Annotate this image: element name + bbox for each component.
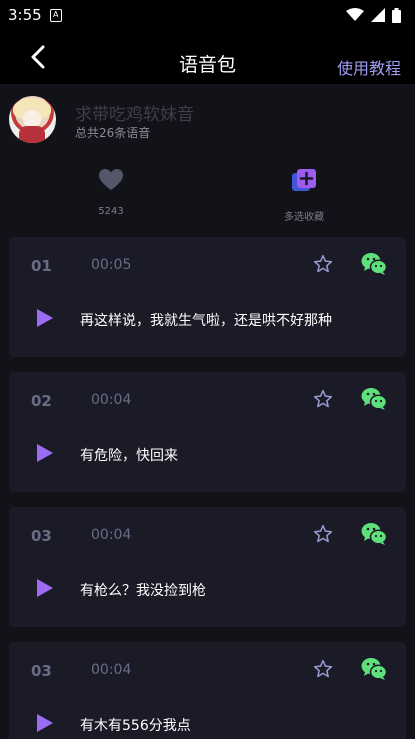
voice-card[interactable]: 03 00:04 有木有556分我点 xyxy=(9,642,406,739)
play-icon[interactable] xyxy=(36,308,54,328)
like-button[interactable]: 5243 xyxy=(66,168,156,217)
wechat-icon[interactable] xyxy=(361,387,387,411)
back-icon[interactable] xyxy=(26,44,52,70)
wechat-icon[interactable] xyxy=(361,657,387,681)
voice-index: 03 xyxy=(31,527,52,545)
voice-duration: 00:04 xyxy=(91,662,132,678)
voice-text: 有枪么？我没捡到枪 xyxy=(80,583,206,599)
voice-card[interactable]: 01 00:05 再这样说，我就生气啦，还是哄不好那种 xyxy=(9,237,406,357)
star-icon[interactable] xyxy=(313,659,333,679)
voice-index: 01 xyxy=(31,257,52,275)
voice-pack-name: 求带吃鸡软妹音 xyxy=(75,105,194,125)
voice-duration: 00:04 xyxy=(91,527,132,543)
play-icon[interactable] xyxy=(36,443,54,463)
voice-duration: 00:05 xyxy=(91,257,132,273)
star-icon[interactable] xyxy=(313,524,333,544)
wechat-icon[interactable] xyxy=(361,252,387,276)
status-icons xyxy=(346,7,401,23)
voice-card[interactable]: 03 00:04 有枪么？我没捡到枪 xyxy=(9,507,406,627)
action-bar: 5243 多选收藏 xyxy=(0,160,415,230)
voice-text: 有木有556分我点 xyxy=(80,718,191,734)
signal-icon xyxy=(371,8,385,22)
multi-select-label: 多选收藏 xyxy=(284,212,324,223)
voice-text: 再这样说，我就生气啦，还是哄不好那种 xyxy=(80,313,332,329)
add-collection-icon xyxy=(292,169,316,191)
multi-select-button[interactable]: 多选收藏 xyxy=(259,168,349,223)
star-icon[interactable] xyxy=(313,254,333,274)
status-bar: 3:55 A xyxy=(0,0,415,30)
avatar xyxy=(9,96,56,143)
wifi-icon xyxy=(346,8,364,21)
voice-pack-profile: 求带吃鸡软妹音 总共26条语音 xyxy=(0,84,415,154)
battery-icon xyxy=(392,7,401,23)
play-icon[interactable] xyxy=(36,713,54,733)
voice-text: 有危险，快回来 xyxy=(80,448,178,464)
star-icon[interactable] xyxy=(313,389,333,409)
voice-count: 总共26条语音 xyxy=(75,126,151,140)
voice-duration: 00:04 xyxy=(91,392,132,408)
tutorial-link[interactable]: 使用教程 xyxy=(337,55,401,79)
wechat-icon[interactable] xyxy=(361,522,387,546)
sim-icon: A xyxy=(49,8,62,22)
status-time: 3:55 xyxy=(8,6,42,24)
like-count: 5243 xyxy=(98,206,124,217)
voice-index: 03 xyxy=(31,662,52,680)
voice-index: 02 xyxy=(31,392,52,410)
heart-icon xyxy=(99,169,123,190)
app-header: 语音包 使用教程 xyxy=(0,30,415,84)
play-icon[interactable] xyxy=(36,578,54,598)
voice-card[interactable]: 02 00:04 有危险，快回来 xyxy=(9,372,406,492)
